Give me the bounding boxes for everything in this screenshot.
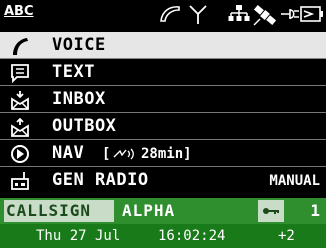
status-bar: ABC bbox=[0, 0, 326, 32]
date-text: Thu 27 Jul bbox=[36, 228, 121, 244]
nav-eta: 28min] bbox=[141, 146, 192, 162]
menu-item-label: TEXT bbox=[52, 62, 95, 82]
radio-mode: MANUAL bbox=[269, 173, 320, 189]
menu-item-voice[interactable]: VOICE bbox=[0, 32, 326, 59]
power-plug-icon bbox=[280, 3, 300, 29]
menu-item-nav[interactable]: NAV [ 28min] bbox=[0, 140, 326, 167]
nav-icon bbox=[10, 144, 30, 164]
app-label: ABC bbox=[4, 4, 34, 19]
transmit-icon bbox=[113, 147, 139, 166]
menu-item-label: NAV bbox=[52, 143, 85, 163]
menu-item-label: OUTBOX bbox=[52, 116, 117, 136]
message-icon bbox=[10, 63, 30, 84]
time-text: 16:02:24 bbox=[158, 228, 226, 244]
call-icon bbox=[158, 3, 182, 29]
callsign-count: 1 bbox=[310, 201, 320, 220]
radio-icon bbox=[10, 171, 30, 191]
key-icon bbox=[258, 200, 284, 222]
menu-item-gen-radio[interactable]: GEN RADIO MANUAL bbox=[0, 167, 326, 194]
main-menu: VOICE TEXT INBOX OUTBOX NAV [28min] GEN… bbox=[0, 32, 326, 194]
menu-item-inbox[interactable]: INBOX bbox=[0, 86, 326, 113]
outbox-icon bbox=[10, 117, 30, 137]
menu-item-text[interactable]: TEXT bbox=[0, 59, 326, 86]
callsign-label: CALLSIGN bbox=[4, 200, 114, 222]
antenna-icon bbox=[188, 3, 208, 29]
date-time-bar: Thu 27 Jul 16:02:24 +2 bbox=[0, 224, 326, 248]
callsign-bar: CALLSIGN ALPHA 1 bbox=[0, 198, 326, 224]
menu-item-label: VOICE bbox=[52, 35, 106, 55]
timezone-offset: +2 bbox=[278, 228, 295, 244]
inbox-icon bbox=[10, 90, 30, 110]
network-icon bbox=[228, 3, 250, 29]
menu-item-outbox[interactable]: OUTBOX bbox=[0, 113, 326, 140]
phone-icon bbox=[10, 36, 30, 56]
battery-icon bbox=[300, 3, 324, 29]
satellite-icon bbox=[252, 3, 278, 31]
menu-item-label: INBOX bbox=[52, 89, 106, 109]
nav-bracket: [ bbox=[102, 146, 111, 162]
callsign-value: ALPHA bbox=[122, 201, 176, 220]
menu-item-label: GEN RADIO bbox=[52, 170, 149, 190]
